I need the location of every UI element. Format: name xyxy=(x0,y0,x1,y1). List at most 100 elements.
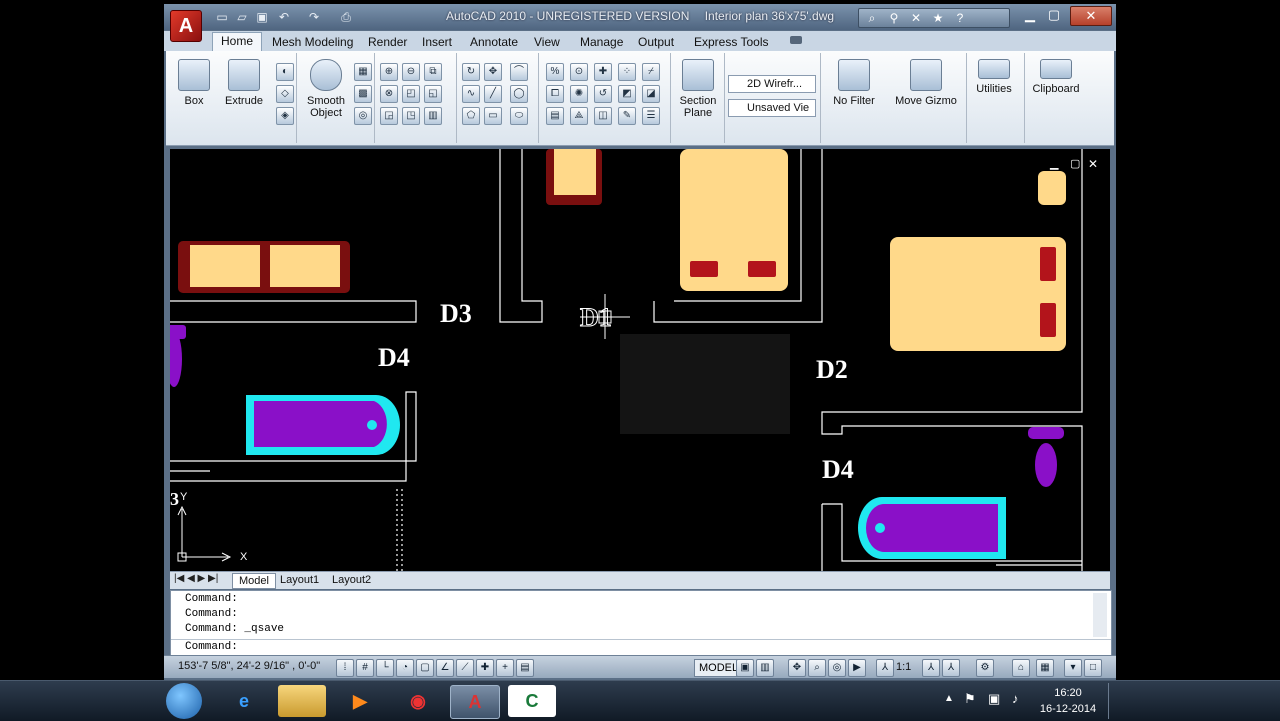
intersect-icon[interactable]: ⊕ xyxy=(380,63,398,81)
ellipse-icon[interactable]: ⬭ xyxy=(510,107,528,125)
search-icon[interactable]: ⚲ xyxy=(885,11,903,25)
hardware-acceleration-icon[interactable]: ▦ xyxy=(1036,659,1054,677)
status-menu-icon[interactable]: ▾ xyxy=(1064,659,1082,677)
rotate-icon[interactable]: ↻ xyxy=(462,63,480,81)
scale-icon[interactable]: ◩ xyxy=(618,85,636,103)
workspace-gear-icon[interactable]: ⚙ xyxy=(976,659,994,677)
section-plane-button[interactable]: Section Plane xyxy=(670,59,726,119)
lineweight-icon[interactable]: + xyxy=(496,659,514,677)
revolve-icon[interactable]: ◐ xyxy=(276,63,294,81)
command-window[interactable]: Command: Command: Command: _qsave Comman… xyxy=(170,590,1112,656)
maximize-button[interactable]: ▢ xyxy=(1040,6,1068,24)
minimize-ribbon-icon[interactable] xyxy=(790,36,802,44)
stretch-icon[interactable]: ◫ xyxy=(594,107,612,125)
tab-layout1[interactable]: Layout1 xyxy=(274,573,325,587)
redo-icon[interactable]: ↷ xyxy=(306,10,322,24)
view-dropdown[interactable]: Unsaved Vie xyxy=(728,99,816,117)
rectangle-icon[interactable]: ▭ xyxy=(484,107,502,125)
clipboard-button[interactable]: Clipboard xyxy=(1024,59,1088,95)
trim-icon[interactable]: % xyxy=(546,63,564,81)
polygon-icon[interactable]: ⬠ xyxy=(462,107,480,125)
action-center-icon[interactable]: ⚑ xyxy=(964,691,976,707)
save-icon[interactable]: ▣ xyxy=(254,10,270,24)
fillet-edge-icon[interactable]: ◲ xyxy=(380,107,398,125)
autocad-taskbar-icon[interactable]: A xyxy=(450,685,500,719)
annotation-scale-value[interactable]: 1:1 xyxy=(896,661,911,673)
mesh-refine-icon[interactable]: ▩ xyxy=(354,85,372,103)
arc-icon[interactable]: ⌒ xyxy=(510,63,528,81)
showmotion-icon[interactable]: ▶ xyxy=(848,659,866,677)
media-player-icon[interactable]: ▶ xyxy=(336,685,384,717)
start-button[interactable] xyxy=(166,683,202,719)
union-icon[interactable]: ◈ xyxy=(276,107,294,125)
quick-properties-icon[interactable]: ▤ xyxy=(516,659,534,677)
ducs-icon[interactable]: ⟋ xyxy=(456,659,474,677)
visual-style-dropdown[interactable]: 2D Wirefr... xyxy=(728,75,816,93)
circle-icon[interactable]: ◯ xyxy=(510,85,528,103)
camtasia-icon[interactable]: C xyxy=(508,685,556,717)
utilities-button[interactable]: Utilities xyxy=(966,59,1022,95)
tab-layout2[interactable]: Layout2 xyxy=(326,573,377,587)
internet-explorer-icon[interactable]: e xyxy=(220,685,268,717)
tab-render[interactable]: Render xyxy=(360,34,415,50)
slice-icon[interactable]: ⧉ xyxy=(424,63,442,81)
polyline-icon[interactable]: ∿ xyxy=(462,85,480,103)
viewport-minimize-icon[interactable]: ▁ xyxy=(1050,157,1058,170)
floor-plan-canvas[interactable] xyxy=(164,149,1110,571)
network-icon[interactable]: ▣ xyxy=(988,691,1000,707)
plot-icon[interactable]: ⎙ xyxy=(338,10,354,24)
align-icon[interactable]: ▤ xyxy=(546,107,564,125)
osnap-icon[interactable]: ▢ xyxy=(416,659,434,677)
coordinates-readout[interactable]: 153'-7 5/8", 24'-2 9/16" , 0'-0" xyxy=(178,660,320,672)
drawing-viewport[interactable]: D3 D4 D2 D4 D1 3 Y X ▁ ▢ ✕ xyxy=(164,149,1110,571)
pan-icon[interactable]: ✚ xyxy=(594,63,612,81)
grid-icon[interactable]: # xyxy=(356,659,374,677)
extrude-button[interactable]: Extrude xyxy=(216,59,272,107)
subtract-icon[interactable]: ⊖ xyxy=(402,63,420,81)
volume-icon[interactable]: ♪ xyxy=(1012,691,1019,706)
tab-output[interactable]: Output xyxy=(630,34,682,50)
copy-icon[interactable]: ⧠ xyxy=(546,85,564,103)
otrack-icon[interactable]: ∠ xyxy=(436,659,454,677)
binoculars-icon[interactable]: ⌕ xyxy=(863,11,881,25)
layer-icon[interactable]: ☰ xyxy=(642,107,660,125)
new-icon[interactable]: ▭ xyxy=(214,10,230,24)
annotation-visibility-icon[interactable]: ⅄ xyxy=(922,659,940,677)
show-desktop-button[interactable] xyxy=(1108,683,1119,719)
refresh-icon[interactable]: ↺ xyxy=(594,85,612,103)
dyn-icon[interactable]: ✚ xyxy=(476,659,494,677)
clock-time[interactable]: 16:20 xyxy=(1040,687,1096,699)
line-icon[interactable]: ╱ xyxy=(484,85,502,103)
no-filter-button[interactable]: No Filter xyxy=(826,59,882,107)
annotation-scale-icon[interactable]: ⅄ xyxy=(876,659,894,677)
chrome-icon[interactable]: ◉ xyxy=(394,685,442,717)
wrench-icon[interactable]: ✕ xyxy=(907,11,925,25)
tab-insert[interactable]: Insert xyxy=(414,34,460,50)
star-icon[interactable]: ★ xyxy=(929,11,947,25)
tab-home[interactable]: Home xyxy=(212,32,263,52)
viewport-restore-icon[interactable]: ▢ xyxy=(1070,157,1080,170)
open-icon[interactable]: ▱ xyxy=(234,10,250,24)
interfere-icon[interactable]: ⊗ xyxy=(380,85,398,103)
layout-nav-arrows-icon[interactable]: |◀ ◀ ▶ ▶| xyxy=(174,573,218,584)
move-icon[interactable]: ✥ xyxy=(484,63,502,81)
zoom-icon[interactable]: ⌕ xyxy=(808,659,826,677)
explorer-folder-icon[interactable] xyxy=(278,685,326,717)
tab-annotate[interactable]: Annotate xyxy=(462,34,526,50)
orbit-icon[interactable]: ✺ xyxy=(570,85,588,103)
ortho-icon[interactable]: └ xyxy=(376,659,394,677)
smooth-object-button[interactable]: Smooth Object xyxy=(298,59,354,119)
tray-arrow-icon[interactable]: ▲ xyxy=(944,693,954,704)
snap-icon[interactable]: ⊙ xyxy=(570,63,588,81)
viewport-close-icon[interactable]: ✕ xyxy=(1088,157,1098,171)
extract-edges-icon[interactable]: ◳ xyxy=(402,107,420,125)
lock-icon[interactable]: ⌂ xyxy=(1012,659,1030,677)
array-icon[interactable]: ⁘ xyxy=(618,63,636,81)
tab-model[interactable]: Model xyxy=(232,573,276,589)
thicken-icon[interactable]: ◱ xyxy=(424,85,442,103)
tab-manage[interactable]: Manage xyxy=(572,34,631,50)
pan-icon[interactable]: ✥ xyxy=(788,659,806,677)
command-input[interactable]: Command: xyxy=(185,641,238,653)
clean-screen-icon[interactable]: □ xyxy=(1084,659,1102,677)
chamfer-icon[interactable]: ◪ xyxy=(642,85,660,103)
